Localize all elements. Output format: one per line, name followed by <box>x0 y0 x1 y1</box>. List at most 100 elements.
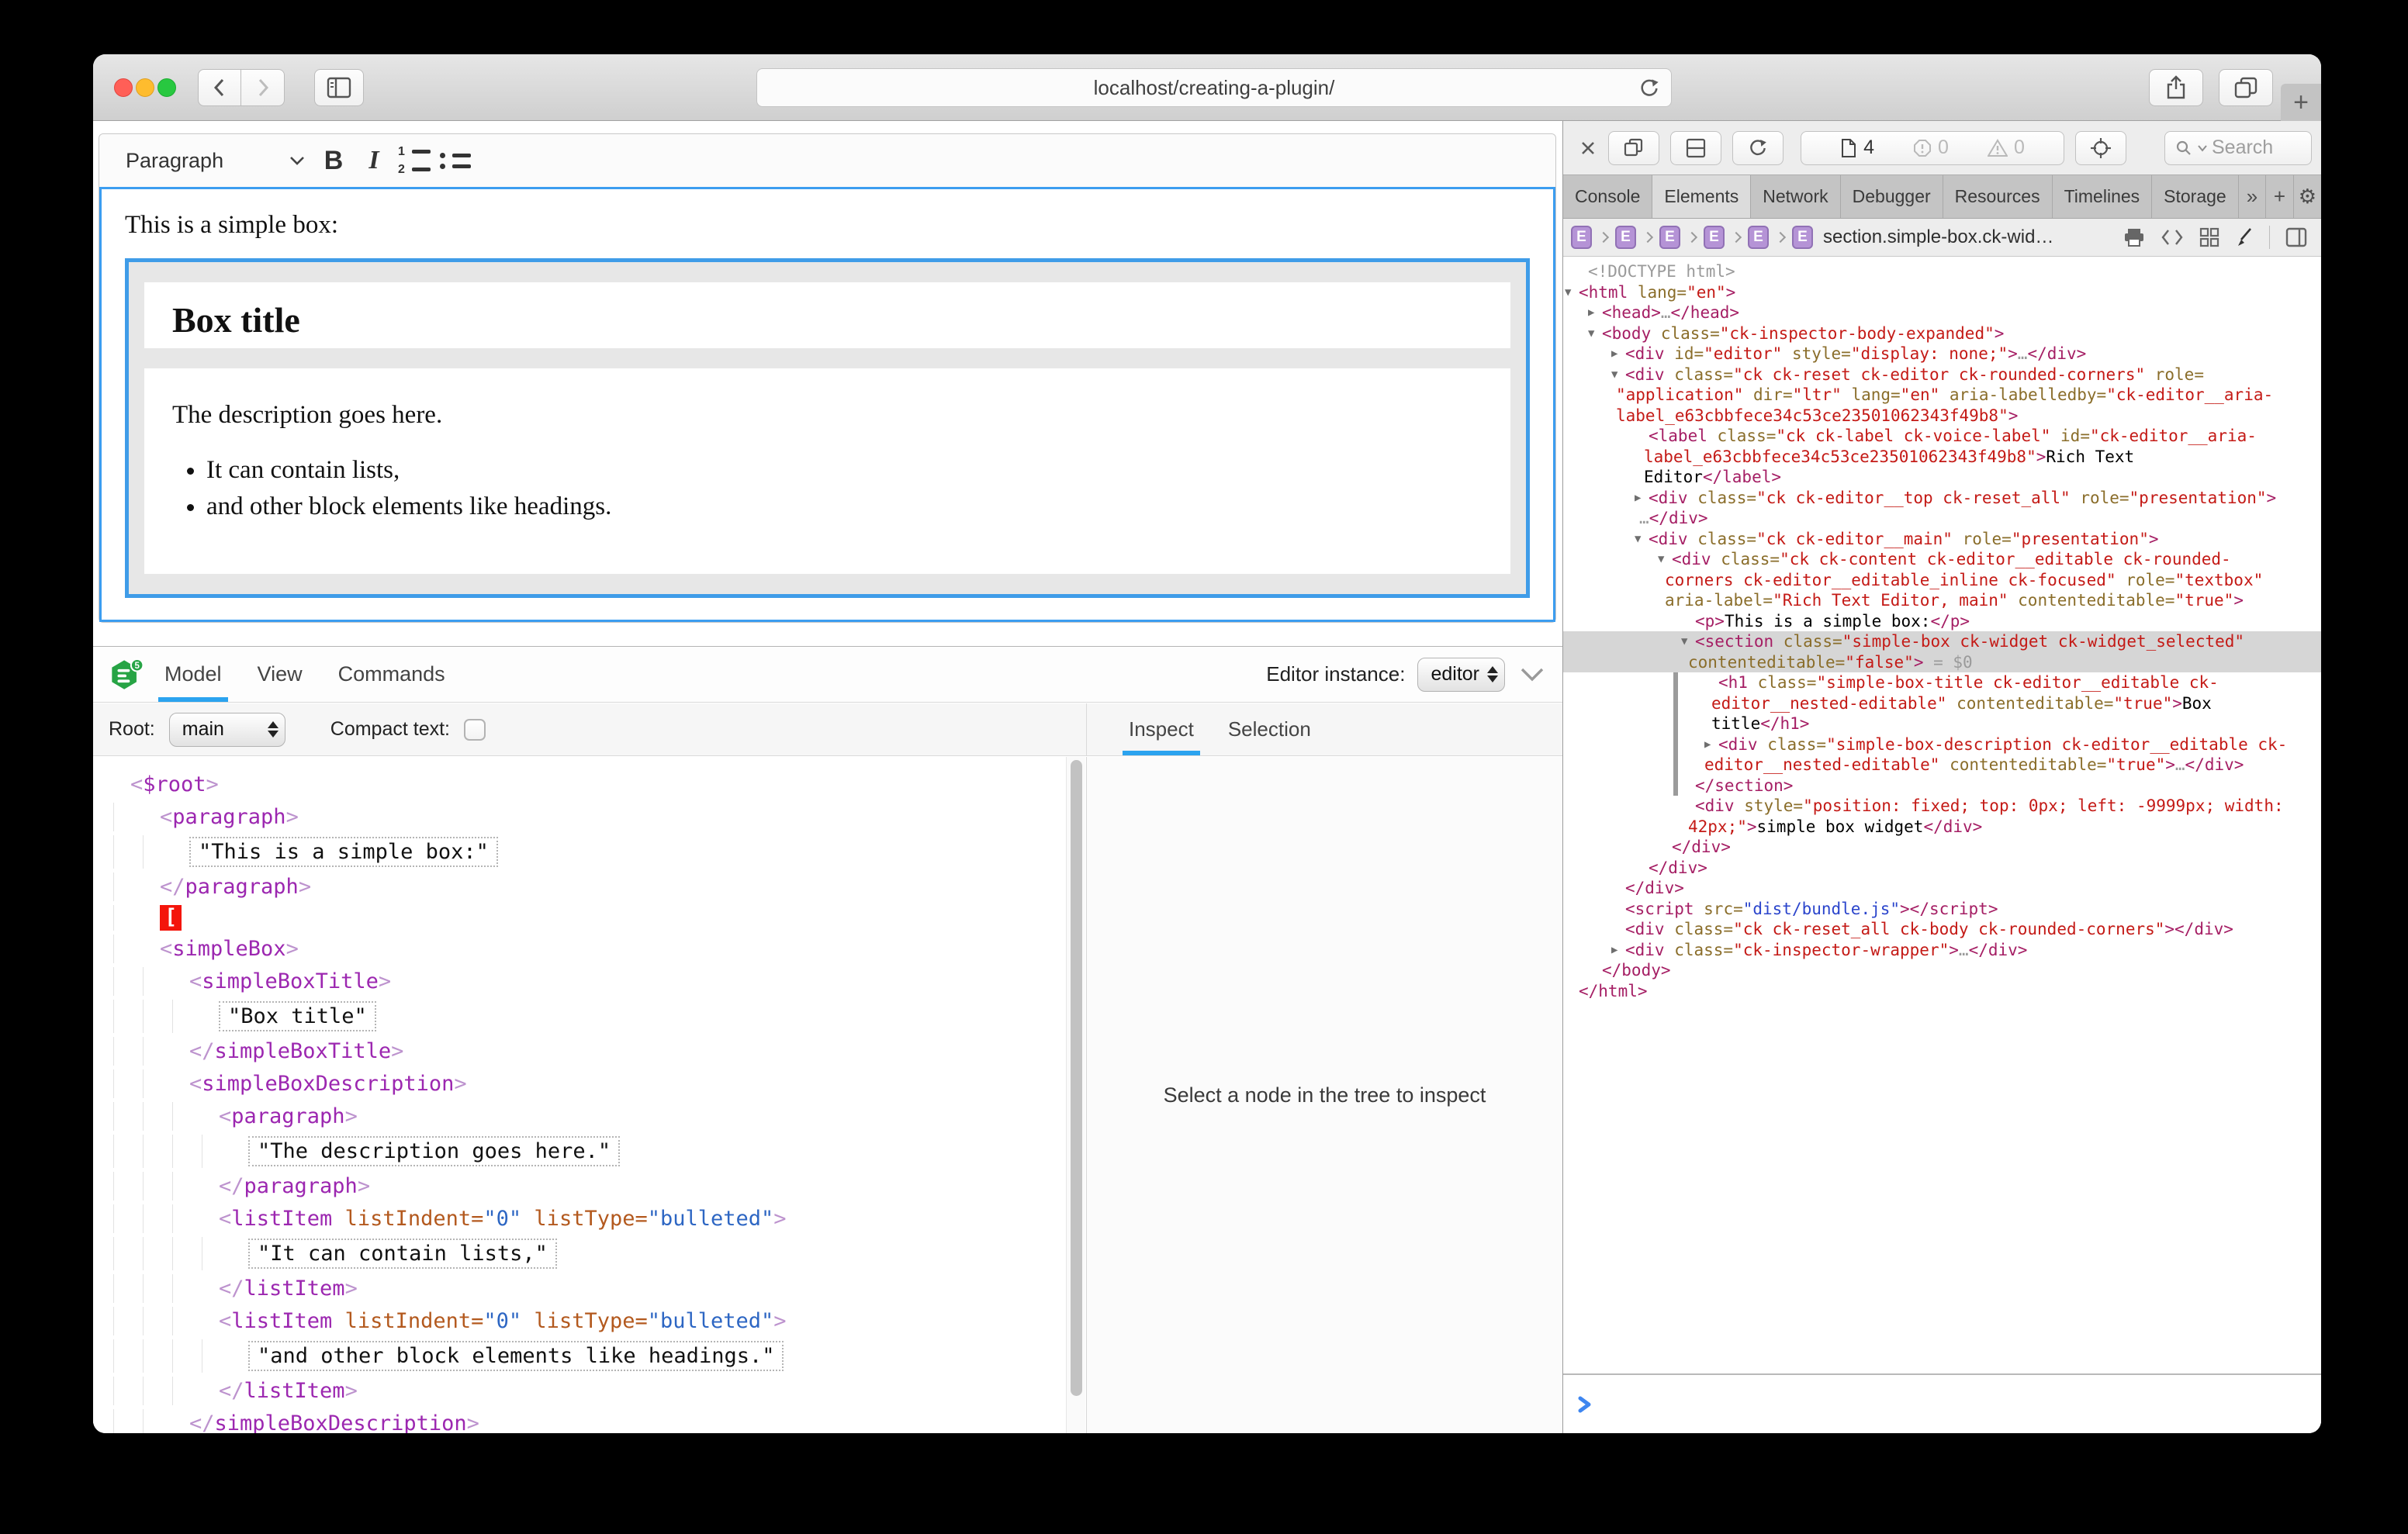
model-tree-line[interactable]: <listItem listIndent="0" listType="bulle… <box>106 1204 1058 1233</box>
collapse-inspector-icon[interactable] <box>1517 665 1547 684</box>
dom-tree-line[interactable]: </html> <box>1563 981 2321 1002</box>
dom-tree-line[interactable]: </div> <box>1563 837 2321 858</box>
breadcrumb-element-badge[interactable]: E <box>1571 226 1592 249</box>
tab-selection[interactable]: Selection <box>1228 703 1311 755</box>
model-tree-line[interactable]: "and other block elements like headings.… <box>106 1339 1058 1373</box>
forward-button[interactable] <box>241 69 285 106</box>
zoom-window-button[interactable] <box>157 78 176 97</box>
dom-tree-line[interactable]: </section> <box>1563 776 2321 796</box>
bold-button[interactable]: B <box>313 140 354 181</box>
simple-box-description-editable[interactable]: The description goes here. It can contai… <box>144 368 1510 574</box>
disclosure-open-icon[interactable]: ▼ <box>1611 364 1617 385</box>
model-text-node[interactable]: "The description goes here." <box>248 1136 620 1166</box>
numbered-list-button[interactable]: 1 2 <box>394 140 434 181</box>
devtools-search-field[interactable]: Search <box>2164 131 2312 165</box>
model-tree-line[interactable]: <paragraph> <box>106 803 1058 831</box>
tab-storage[interactable]: Storage <box>2152 175 2239 218</box>
source-code-icon[interactable] <box>2161 228 2184 247</box>
reload-icon[interactable] <box>1638 78 1660 99</box>
model-text-node[interactable]: "It can contain lists," <box>248 1239 557 1269</box>
editor-editable-area[interactable]: This is a simple box: Box title The desc… <box>99 187 1555 622</box>
paragraph-style-dropdown[interactable]: Paragraph <box>118 142 313 179</box>
simple-box-title-editable[interactable]: Box title <box>144 282 1510 348</box>
dom-tree-line[interactable]: ▼<section class="simple-box ck-widget ck… <box>1563 631 2321 652</box>
dom-tree-line[interactable]: 42px;">simple box widget</div> <box>1563 817 2321 838</box>
address-bar[interactable]: localhost/creating-a-plugin/ <box>756 68 1672 107</box>
dom-tree-line[interactable]: <p>This is a simple box:</p> <box>1563 611 2321 632</box>
scrollbar-thumb[interactable] <box>1071 760 1082 1396</box>
model-tree-line[interactable]: <simpleBox> <box>106 935 1058 963</box>
dom-tree-line[interactable]: <h1 class="simple-box-title ck-editor__e… <box>1563 672 2321 693</box>
dom-tree-line[interactable]: </body> <box>1563 960 2321 981</box>
model-tree-line[interactable]: <simpleBoxTitle> <box>106 967 1058 996</box>
reload-page-button[interactable] <box>1732 131 1784 165</box>
console-prompt[interactable] <box>1563 1373 2321 1433</box>
bulleted-list-button[interactable] <box>434 140 475 181</box>
tab-resources[interactable]: Resources <box>1943 175 2053 218</box>
model-tree-line[interactable]: <simpleBoxDescription> <box>106 1069 1058 1098</box>
model-tree-scrollbar[interactable] <box>1066 757 1085 1433</box>
dom-tree-line[interactable]: aria-label="Rich Text Editor, main" cont… <box>1563 590 2321 611</box>
dom-tree-line[interactable]: </div> <box>1563 878 2321 899</box>
dom-tree-line[interactable]: corners ck-editor__editable_inline ck-fo… <box>1563 570 2321 591</box>
dom-tree-line[interactable]: "application" dir="ltr" lang="en" aria-l… <box>1563 385 2321 406</box>
tab-commands[interactable]: Commands <box>338 647 445 702</box>
disclosure-closed-icon[interactable]: ▶ <box>1611 344 1617 364</box>
share-button[interactable] <box>2149 69 2203 106</box>
new-tab-button[interactable]: + <box>2281 84 2321 121</box>
breadcrumb-element-badge[interactable]: E <box>1704 226 1725 249</box>
model-tree-line[interactable]: <listItem listIndent="0" listType="bulle… <box>106 1307 1058 1335</box>
model-tree-line[interactable]: [ <box>106 905 1058 931</box>
sidebar-toggle-button[interactable] <box>314 69 364 106</box>
dom-tree-line[interactable]: ▼<div class="ck ck-content ck-editor__ed… <box>1563 549 2321 570</box>
dom-tree-line[interactable]: ▶<div class="simple-box-description ck-e… <box>1563 734 2321 755</box>
disclosure-open-icon[interactable]: ▼ <box>1588 323 1594 344</box>
dom-tree-line[interactable]: ▼<div class="ck ck-reset ck-editor ck-ro… <box>1563 364 2321 385</box>
model-tree-line[interactable]: </listItem> <box>106 1274 1058 1303</box>
disclosure-open-icon[interactable]: ▼ <box>1565 282 1571 303</box>
list-item[interactable]: and other block elements like headings. <box>206 492 1483 521</box>
split-console-button[interactable] <box>1670 131 1721 165</box>
close-window-button[interactable] <box>114 78 133 97</box>
dock-side-button[interactable] <box>1608 131 1659 165</box>
model-tree-line[interactable]: "It can contain lists," <box>106 1237 1058 1270</box>
tab-inspect[interactable]: Inspect <box>1129 703 1194 755</box>
disclosure-closed-icon[interactable]: ▶ <box>1588 302 1594 323</box>
tab-network[interactable]: Network <box>1751 175 1840 218</box>
model-text-node[interactable]: "This is a simple box:" <box>189 837 498 867</box>
devtools-settings-button[interactable]: ⚙ <box>2294 175 2321 218</box>
dom-tree-line[interactable]: label_e63cbbfece34c53ce23501062343f49b8"… <box>1563 406 2321 427</box>
box-title-heading[interactable]: Box title <box>172 299 1483 340</box>
disclosure-open-icon[interactable]: ▼ <box>1681 631 1687 652</box>
resource-summary-button[interactable]: 4 0 0 <box>1801 131 2064 165</box>
dom-tree-line[interactable]: ▼<body class="ck-inspector-body-expanded… <box>1563 323 2321 344</box>
model-text-node[interactable]: "and other block elements like headings.… <box>248 1341 784 1371</box>
model-tree-line[interactable]: </listItem> <box>106 1377 1058 1405</box>
breadcrumb-selected-node[interactable]: section.simple-box.ck-wid… <box>1823 226 2053 248</box>
dom-tree-line[interactable]: <script src="dist/bundle.js"></script> <box>1563 899 2321 920</box>
dom-tree-line[interactable]: <div style="position: fixed; top: 0px; l… <box>1563 796 2321 817</box>
dom-tree-line[interactable]: contenteditable="false"> = $0 <box>1563 652 2321 673</box>
model-tree-line[interactable]: </paragraph> <box>106 872 1058 901</box>
details-sidebar-toggle-icon[interactable] <box>2285 227 2307 247</box>
disclosure-closed-icon[interactable]: ▶ <box>1704 734 1711 755</box>
breadcrumb-element-badge[interactable]: E <box>1792 226 1813 249</box>
description-paragraph[interactable]: The description goes here. <box>172 401 1483 430</box>
dom-tree-line[interactable]: editor__nested-editable" contenteditable… <box>1563 693 2321 714</box>
dom-tree-line[interactable]: ▶<div class="ck ck-editor__top ck-reset_… <box>1563 488 2321 509</box>
model-tree-line[interactable]: </simpleBoxDescription> <box>106 1409 1058 1433</box>
model-tree-line[interactable]: </simpleBoxTitle> <box>106 1037 1058 1066</box>
editor-instance-select[interactable]: editor <box>1417 658 1505 692</box>
dom-tree-line[interactable]: ▶<head>…</head> <box>1563 302 2321 323</box>
tab-elements[interactable]: Elements <box>1652 175 1751 218</box>
disclosure-open-icon[interactable]: ▼ <box>1658 549 1664 570</box>
breadcrumb-element-badge[interactable]: E <box>1659 226 1680 249</box>
compact-text-checkbox[interactable] <box>464 719 486 741</box>
breadcrumb-element-badge[interactable]: E <box>1748 226 1769 249</box>
tab-timelines[interactable]: Timelines <box>2053 175 2153 218</box>
root-select[interactable]: main <box>169 713 285 747</box>
dom-tree-line[interactable]: Editor</label> <box>1563 467 2321 488</box>
italic-button[interactable]: I <box>354 140 394 181</box>
model-tree-line[interactable]: </paragraph> <box>106 1172 1058 1201</box>
styles-brush-icon[interactable] <box>2235 227 2254 247</box>
